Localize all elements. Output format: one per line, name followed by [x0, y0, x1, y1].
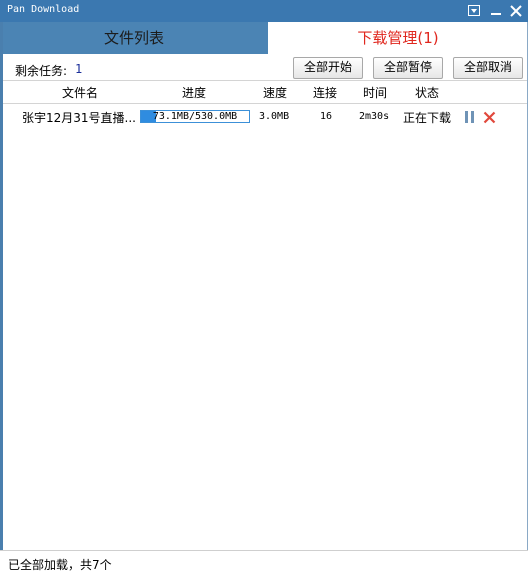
- column-filename: 文件名: [61, 86, 98, 100]
- pause-icon[interactable]: [464, 111, 476, 123]
- column-status: 状态: [414, 86, 439, 100]
- left-border: [0, 22, 3, 550]
- download-row[interactable]: 张宇12月31号直播... 73.1MB/530.0MB 3.0MB 16 2m…: [0, 103, 528, 129]
- toolbar: 剩余任务: 1 全部开始 全部暂停 全部取消: [0, 54, 528, 80]
- row-speed: 3.0MB: [259, 111, 290, 122]
- tab-bar: 文件列表 下载管理(1): [0, 22, 528, 54]
- tab-download-manager[interactable]: 下载管理(1): [268, 22, 528, 54]
- remaining-tasks-count: 1: [75, 62, 83, 76]
- title-bar: Pan Download: [0, 0, 528, 23]
- start-all-button[interactable]: 全部开始: [293, 57, 363, 79]
- minimize-icon[interactable]: [488, 3, 504, 18]
- status-bar: 已全部加载，共7个: [0, 550, 528, 573]
- cancel-icon[interactable]: [483, 111, 496, 124]
- row-filename: 张宇12月31号直播...: [22, 111, 136, 125]
- window-menu-icon[interactable]: [466, 3, 482, 18]
- row-progress-bar: 73.1MB/530.0MB: [140, 110, 250, 123]
- column-connections: 连接: [312, 86, 337, 100]
- pause-all-button[interactable]: 全部暂停: [373, 57, 443, 79]
- column-speed: 速度: [262, 86, 287, 100]
- status-text: 已全部加载，共7个: [8, 558, 112, 572]
- cancel-all-button[interactable]: 全部取消: [453, 57, 523, 79]
- column-time: 时间: [362, 86, 387, 100]
- remaining-tasks-label: 剩余任务:: [15, 64, 68, 78]
- row-status: 正在下载: [403, 111, 452, 125]
- row-progress-text: 73.1MB/530.0MB: [152, 111, 238, 122]
- row-connections: 16: [320, 111, 333, 122]
- column-progress: 进度: [181, 86, 206, 100]
- close-icon[interactable]: [508, 3, 524, 18]
- row-time: 2m30s: [359, 111, 390, 122]
- window-title: Pan Download: [7, 4, 80, 15]
- tab-file-list[interactable]: 文件列表: [0, 22, 268, 54]
- table-header: 文件名 进度 速度 连接 时间 状态: [0, 80, 528, 104]
